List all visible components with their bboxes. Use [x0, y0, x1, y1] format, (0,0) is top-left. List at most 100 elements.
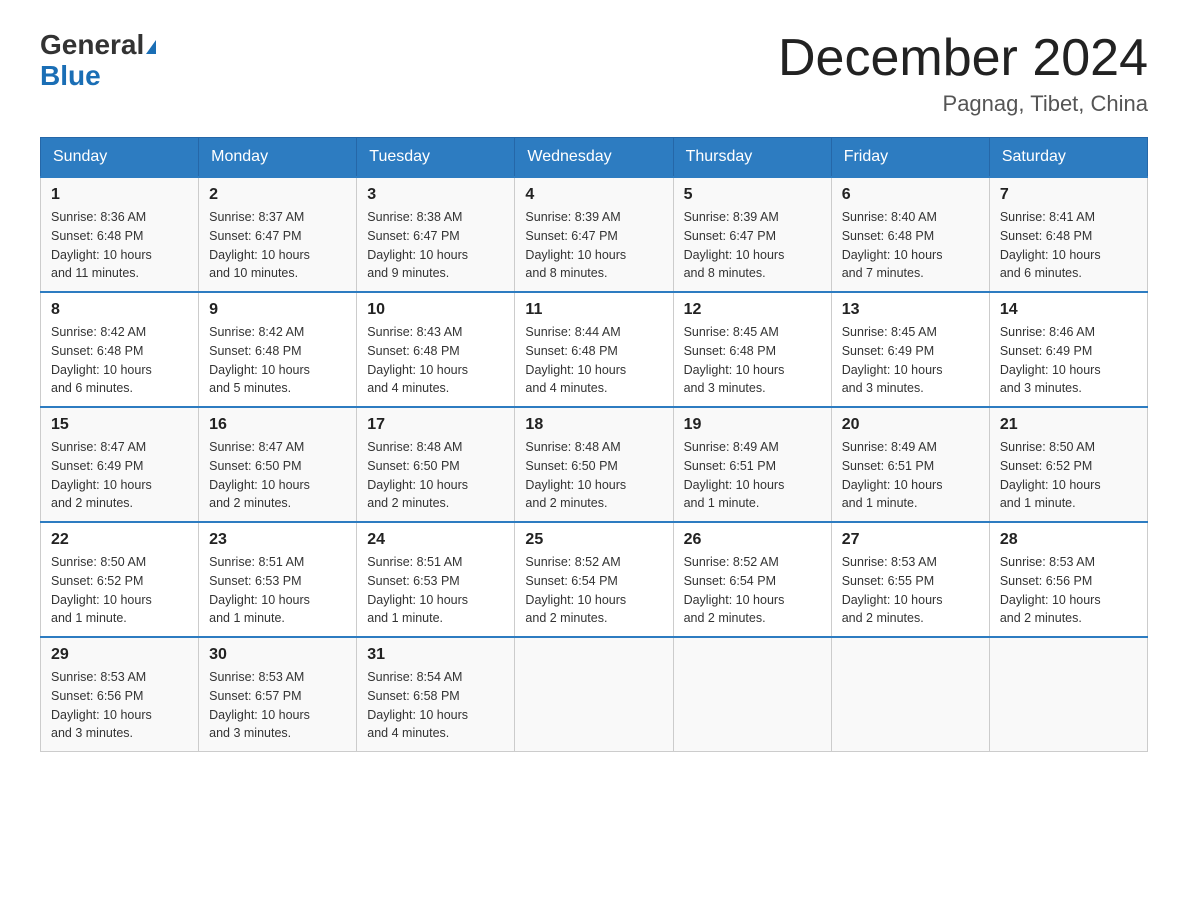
day-info: Sunrise: 8:54 AMSunset: 6:58 PMDaylight:… — [367, 668, 504, 743]
day-info: Sunrise: 8:52 AMSunset: 6:54 PMDaylight:… — [525, 553, 662, 628]
table-row: 28 Sunrise: 8:53 AMSunset: 6:56 PMDayligh… — [989, 522, 1147, 637]
table-row — [989, 637, 1147, 752]
table-row: 5 Sunrise: 8:39 AMSunset: 6:47 PMDaylight… — [673, 177, 831, 292]
table-row: 7Sunrise: 8:41 AMSunset: 6:48 PMDaylight… — [989, 177, 1147, 292]
day-info: Sunrise: 8:48 AMSunset: 6:50 PMDaylight:… — [525, 438, 662, 513]
day-info: Sunrise: 8:50 AMSunset: 6:52 PMDaylight:… — [51, 553, 188, 628]
day-info: Sunrise: 8:38 AMSunset: 6:47 PMDaylight:… — [367, 208, 504, 283]
table-row: 14 Sunrise: 8:46 AMSunset: 6:49 PMDayligh… — [989, 292, 1147, 407]
day-number: 30 — [209, 646, 346, 664]
day-number: 20 — [842, 416, 979, 434]
day-info: Sunrise: 8:53 AMSunset: 6:55 PMDaylight:… — [842, 553, 979, 628]
logo-text: GeneralBlue — [40, 30, 156, 92]
day-info: Sunrise: 8:49 AMSunset: 6:51 PMDaylight:… — [684, 438, 821, 513]
table-row: 10 Sunrise: 8:43 AMSunset: 6:48 PMDayligh… — [357, 292, 515, 407]
week-row-4: 22 Sunrise: 8:50 AMSunset: 6:52 PMDayligh… — [41, 522, 1148, 637]
day-number: 17 — [367, 416, 504, 434]
table-row: 6 Sunrise: 8:40 AMSunset: 6:48 PMDaylight… — [831, 177, 989, 292]
days-of-week-row: SundayMondayTuesdayWednesdayThursdayFrid… — [41, 138, 1148, 178]
table-row: 27 Sunrise: 8:53 AMSunset: 6:55 PMDayligh… — [831, 522, 989, 637]
day-number: 6 — [842, 186, 979, 204]
day-number: 22 — [51, 531, 188, 549]
table-row: 25Sunrise: 8:52 AMSunset: 6:54 PMDayligh… — [515, 522, 673, 637]
day-info: Sunrise: 8:47 AMSunset: 6:50 PMDaylight:… — [209, 438, 346, 513]
table-row: 26Sunrise: 8:52 AMSunset: 6:54 PMDayligh… — [673, 522, 831, 637]
day-info: Sunrise: 8:49 AMSunset: 6:51 PMDaylight:… — [842, 438, 979, 513]
day-info: Sunrise: 8:52 AMSunset: 6:54 PMDaylight:… — [684, 553, 821, 628]
logo-blue-text: Blue — [40, 60, 101, 91]
day-info: Sunrise: 8:53 AMSunset: 6:56 PMDaylight:… — [51, 668, 188, 743]
day-number: 3 — [367, 186, 504, 204]
week-row-1: 1Sunrise: 8:36 AMSunset: 6:48 PMDaylight… — [41, 177, 1148, 292]
day-info: Sunrise: 8:48 AMSunset: 6:50 PMDaylight:… — [367, 438, 504, 513]
day-info: Sunrise: 8:51 AMSunset: 6:53 PMDaylight:… — [209, 553, 346, 628]
day-of-week-sunday: Sunday — [41, 138, 199, 178]
day-number: 24 — [367, 531, 504, 549]
day-info: Sunrise: 8:50 AMSunset: 6:52 PMDaylight:… — [1000, 438, 1137, 513]
day-of-week-saturday: Saturday — [989, 138, 1147, 178]
day-info: Sunrise: 8:46 AMSunset: 6:49 PMDaylight:… — [1000, 323, 1137, 398]
day-info: Sunrise: 8:42 AMSunset: 6:48 PMDaylight:… — [209, 323, 346, 398]
day-info: Sunrise: 8:47 AMSunset: 6:49 PMDaylight:… — [51, 438, 188, 513]
day-number: 9 — [209, 301, 346, 319]
table-row: 22 Sunrise: 8:50 AMSunset: 6:52 PMDayligh… — [41, 522, 199, 637]
week-row-3: 15Sunrise: 8:47 AMSunset: 6:49 PMDayligh… — [41, 407, 1148, 522]
day-info: Sunrise: 8:44 AMSunset: 6:48 PMDaylight:… — [525, 323, 662, 398]
day-info: Sunrise: 8:37 AMSunset: 6:47 PMDaylight:… — [209, 208, 346, 283]
day-info: Sunrise: 8:39 AMSunset: 6:47 PMDaylight:… — [525, 208, 662, 283]
title-area: December 2024 Pagnag, Tibet, China — [778, 30, 1148, 117]
table-row: 9 Sunrise: 8:42 AMSunset: 6:48 PMDaylight… — [199, 292, 357, 407]
day-number: 11 — [525, 301, 662, 319]
table-row: 8Sunrise: 8:42 AMSunset: 6:48 PMDaylight… — [41, 292, 199, 407]
table-row: 2 Sunrise: 8:37 AMSunset: 6:47 PMDaylight… — [199, 177, 357, 292]
day-number: 13 — [842, 301, 979, 319]
day-number: 19 — [684, 416, 821, 434]
day-info: Sunrise: 8:43 AMSunset: 6:48 PMDaylight:… — [367, 323, 504, 398]
day-number: 23 — [209, 531, 346, 549]
day-of-week-monday: Monday — [199, 138, 357, 178]
table-row: 24Sunrise: 8:51 AMSunset: 6:53 PMDayligh… — [357, 522, 515, 637]
table-row — [831, 637, 989, 752]
location-subtitle: Pagnag, Tibet, China — [778, 91, 1148, 117]
day-number: 28 — [1000, 531, 1137, 549]
day-number: 14 — [1000, 301, 1137, 319]
table-row: 19 Sunrise: 8:49 AMSunset: 6:51 PMDayligh… — [673, 407, 831, 522]
day-info: Sunrise: 8:39 AMSunset: 6:47 PMDaylight:… — [684, 208, 821, 283]
table-row: 23 Sunrise: 8:51 AMSunset: 6:53 PMDayligh… — [199, 522, 357, 637]
table-row: 1Sunrise: 8:36 AMSunset: 6:48 PMDaylight… — [41, 177, 199, 292]
table-row: 20 Sunrise: 8:49 AMSunset: 6:51 PMDayligh… — [831, 407, 989, 522]
day-number: 16 — [209, 416, 346, 434]
day-info: Sunrise: 8:36 AMSunset: 6:48 PMDaylight:… — [51, 208, 188, 283]
table-row: 30 Sunrise: 8:53 AMSunset: 6:57 PMDayligh… — [199, 637, 357, 752]
day-of-week-wednesday: Wednesday — [515, 138, 673, 178]
table-row: 16 Sunrise: 8:47 AMSunset: 6:50 PMDayligh… — [199, 407, 357, 522]
day-number: 18 — [525, 416, 662, 434]
table-row: 18 Sunrise: 8:48 AMSunset: 6:50 PMDayligh… — [515, 407, 673, 522]
day-number: 5 — [684, 186, 821, 204]
table-row: 4 Sunrise: 8:39 AMSunset: 6:47 PMDaylight… — [515, 177, 673, 292]
table-row: 11 Sunrise: 8:44 AMSunset: 6:48 PMDayligh… — [515, 292, 673, 407]
day-number: 4 — [525, 186, 662, 204]
week-row-2: 8Sunrise: 8:42 AMSunset: 6:48 PMDaylight… — [41, 292, 1148, 407]
day-info: Sunrise: 8:42 AMSunset: 6:48 PMDaylight:… — [51, 323, 188, 398]
table-row: 15Sunrise: 8:47 AMSunset: 6:49 PMDayligh… — [41, 407, 199, 522]
day-number: 27 — [842, 531, 979, 549]
day-info: Sunrise: 8:40 AMSunset: 6:48 PMDaylight:… — [842, 208, 979, 283]
day-number: 12 — [684, 301, 821, 319]
table-row: 31Sunrise: 8:54 AMSunset: 6:58 PMDayligh… — [357, 637, 515, 752]
table-row: 21Sunrise: 8:50 AMSunset: 6:52 PMDayligh… — [989, 407, 1147, 522]
day-number: 2 — [209, 186, 346, 204]
calendar-table: SundayMondayTuesdayWednesdayThursdayFrid… — [40, 137, 1148, 752]
day-info: Sunrise: 8:45 AMSunset: 6:48 PMDaylight:… — [684, 323, 821, 398]
day-number: 10 — [367, 301, 504, 319]
day-number: 29 — [51, 646, 188, 664]
day-of-week-tuesday: Tuesday — [357, 138, 515, 178]
logo: GeneralBlue — [40, 30, 156, 92]
table-row: 17 Sunrise: 8:48 AMSunset: 6:50 PMDayligh… — [357, 407, 515, 522]
table-row: 12 Sunrise: 8:45 AMSunset: 6:48 PMDayligh… — [673, 292, 831, 407]
day-info: Sunrise: 8:53 AMSunset: 6:56 PMDaylight:… — [1000, 553, 1137, 628]
day-of-week-friday: Friday — [831, 138, 989, 178]
day-info: Sunrise: 8:41 AMSunset: 6:48 PMDaylight:… — [1000, 208, 1137, 283]
day-info: Sunrise: 8:45 AMSunset: 6:49 PMDaylight:… — [842, 323, 979, 398]
day-info: Sunrise: 8:53 AMSunset: 6:57 PMDaylight:… — [209, 668, 346, 743]
